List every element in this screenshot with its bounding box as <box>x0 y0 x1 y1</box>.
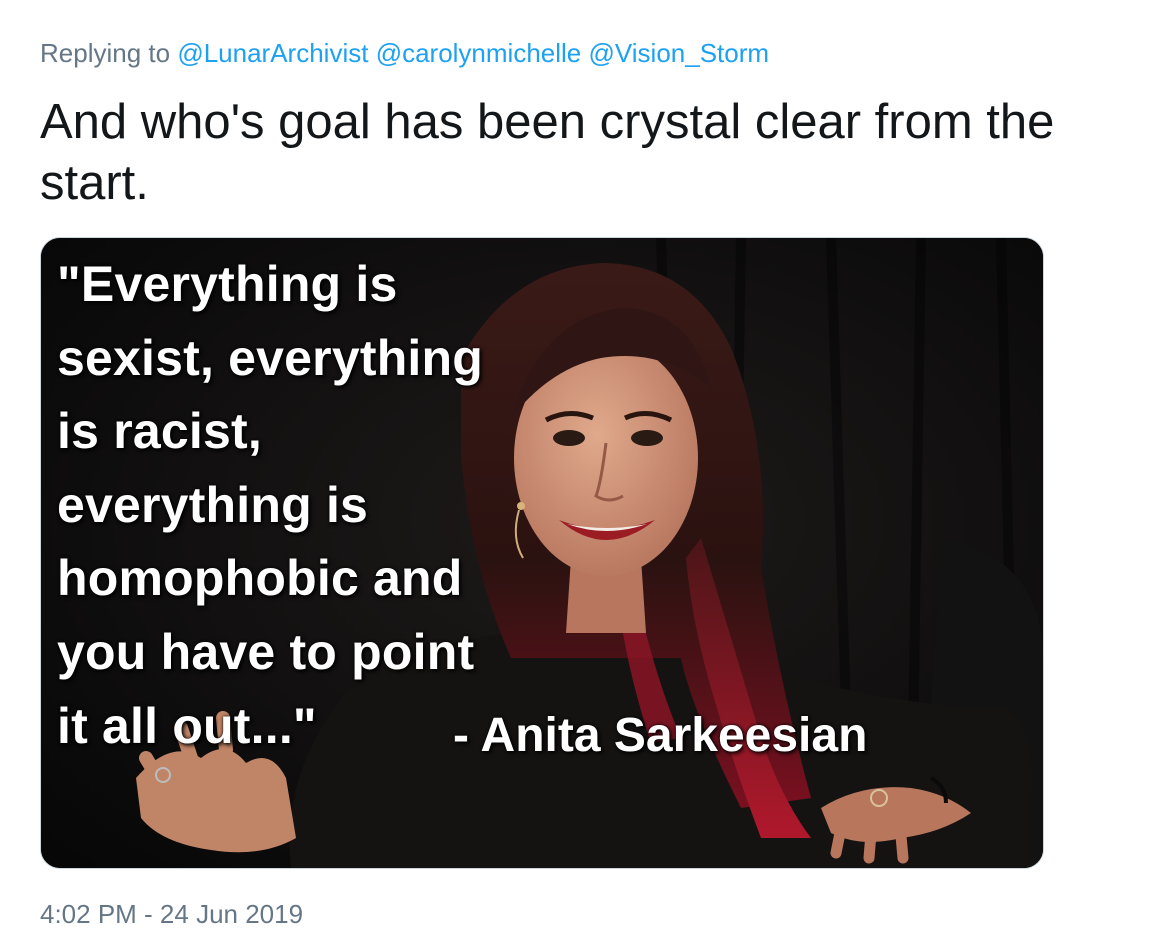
replying-to-line: Replying to @LunarArchivist @carolynmich… <box>40 36 769 70</box>
replying-to-label: Replying to <box>40 38 171 68</box>
tweet-timestamp[interactable]: 4:02 PM - 24 Jun 2019 <box>40 897 303 931</box>
quote-attribution: - Anita Sarkeesian <box>453 709 868 762</box>
tweet-text: And who's goal has been crystal clear fr… <box>40 95 1055 210</box>
quote-overlay-text: "Everything is sexist, everything is rac… <box>57 256 484 754</box>
tweet-media-image[interactable]: "Everything is sexist, everything is rac… <box>40 237 1044 869</box>
mention-link-carolynmichelle[interactable]: @carolynmichelle <box>376 38 582 68</box>
mention-link-lunararchivist[interactable]: @LunarArchivist <box>177 38 368 68</box>
mention-link-vision-storm[interactable]: @Vision_Storm <box>589 38 770 68</box>
